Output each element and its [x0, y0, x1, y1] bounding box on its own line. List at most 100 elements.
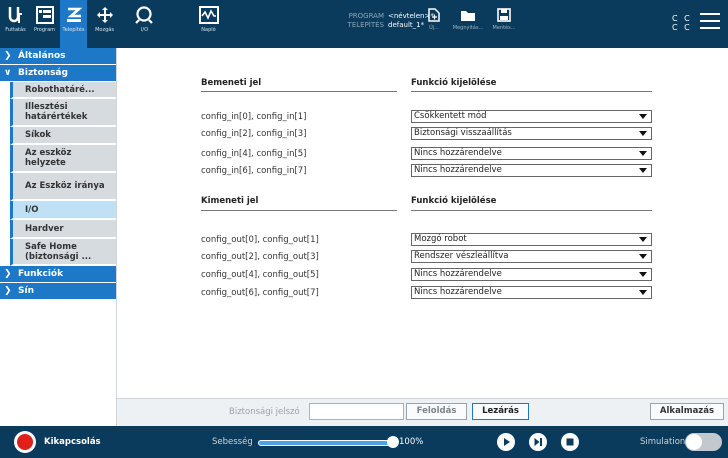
- select-value: Mozgó robot: [414, 234, 467, 244]
- dropdown-arrow-icon: [639, 168, 647, 173]
- input-function-select[interactable]: Nincs hozzárendelve: [411, 164, 652, 177]
- dropdown-arrow-icon: [639, 151, 647, 156]
- sidebar-item-hardware[interactable]: Hardver: [10, 220, 116, 239]
- io-icon: [134, 6, 153, 24]
- input-row-label: config_in[0], config_in[1]: [201, 112, 307, 122]
- stop-icon: [566, 438, 574, 446]
- sidebar-sub-label: Síkok: [25, 130, 51, 140]
- sidebar-sub-label: Illesztési határértékek: [25, 102, 88, 122]
- sidebar: ❯ Általános ∨ Biztonság Robothatáré... Ill…: [0, 48, 117, 426]
- lock-button[interactable]: Lezárás: [472, 403, 529, 420]
- dropdown-arrow-icon: [639, 272, 647, 277]
- output-row-label: config_out[0], config_out[1]: [201, 235, 319, 245]
- output-function-select[interactable]: Nincs hozzárendelve: [411, 286, 652, 299]
- chevron-down-icon: ∨: [4, 68, 12, 78]
- output-function-select[interactable]: Rendszer vészleállítva: [411, 250, 652, 263]
- input-function-select[interactable]: Nincs hozzárendelve: [411, 147, 652, 160]
- nav-move-label: Mozgás: [95, 27, 114, 33]
- sidebar-sub-label: Az Eszköz iránya: [25, 181, 105, 191]
- sidebar-item-safe-home[interactable]: Safe Home (biztonsági ...: [10, 239, 116, 266]
- apply-button[interactable]: Alkalmazás: [650, 403, 724, 420]
- input-row-label: config_in[2], config_in[3]: [201, 129, 307, 139]
- unlock-button[interactable]: Feloldás: [406, 403, 467, 420]
- select-value: Nincs hozzárendelve: [414, 269, 502, 279]
- nav-io-button[interactable]: I/O: [131, 0, 158, 48]
- select-value: Rendszer vészleállítva: [414, 251, 509, 261]
- save-file-label: Mentés...: [492, 25, 516, 31]
- select-value: Nincs hozzárendelve: [414, 165, 502, 175]
- program-icon: [35, 6, 54, 24]
- simulation-toggle[interactable]: [685, 433, 722, 451]
- sidebar-sub-label: Hardver: [25, 223, 64, 234]
- sidebar-item-joint-limits[interactable]: Illesztési határértékek: [10, 99, 116, 127]
- input-function-select[interactable]: Biztonsági visszaállítás: [411, 127, 652, 140]
- dropdown-arrow-icon: [639, 254, 647, 259]
- output-row-label: config_out[2], config_out[3]: [201, 252, 319, 262]
- status-cc-1: C C: [672, 14, 692, 23]
- power-button[interactable]: [14, 431, 36, 453]
- step-button[interactable]: [529, 433, 547, 451]
- select-value: Nincs hozzárendelve: [414, 148, 502, 158]
- dropdown-arrow-icon: [639, 114, 647, 119]
- speed-slider-handle[interactable]: [387, 436, 399, 448]
- sidebar-item-io[interactable]: I/O: [10, 201, 116, 220]
- dropdown-arrow-icon: [639, 131, 647, 136]
- sidebar-sub-label: Robothatáré...: [25, 84, 95, 95]
- sidebar-item-tool-position[interactable]: Az eszköz helyzete: [10, 145, 116, 173]
- output-signal-divider: [201, 210, 397, 211]
- output-function-select[interactable]: Nincs hozzárendelve: [411, 268, 652, 281]
- sidebar-item-tool-direction[interactable]: Az Eszköz iránya: [10, 173, 116, 201]
- sidebar-item-safety[interactable]: ∨ Biztonság: [0, 65, 116, 82]
- sidebar-item-general[interactable]: ❯ Általános: [0, 48, 116, 65]
- nav-run-label: Futtatás: [5, 27, 26, 33]
- install-icon: [66, 7, 82, 22]
- sidebar-item-functions[interactable]: ❯ Funkciók: [0, 266, 116, 283]
- nav-move-button[interactable]: Mozgás: [91, 0, 118, 48]
- open-file-label: Megnyitás...: [452, 25, 484, 31]
- play-icon: [504, 438, 510, 446]
- ur-logo-icon: [8, 7, 22, 23]
- sidebar-rail-label: Sín: [18, 286, 34, 296]
- sidebar-sub-label: Safe Home (biztonsági ...: [25, 241, 92, 262]
- sidebar-item-rail[interactable]: ❯ Sín: [0, 283, 116, 300]
- footer-bar: Kikapcsolás Sebesség 100% Simulation: [0, 426, 728, 458]
- output-signal-header: Kimeneti jel: [201, 196, 259, 206]
- nav-log-button[interactable]: Napló: [195, 0, 222, 48]
- hamburger-menu-icon[interactable]: [700, 13, 720, 33]
- folder-icon: [461, 11, 475, 21]
- sidebar-item-planes[interactable]: Síkok: [10, 127, 116, 145]
- main-panel: Bemeneti jel Funkció kijelölése config_i…: [118, 48, 728, 398]
- log-icon: [198, 6, 219, 24]
- output-function-header: Funkció kijelölése: [411, 196, 497, 206]
- input-function-header: Funkció kijelölése: [411, 78, 497, 88]
- output-function-select[interactable]: Mozgó robot: [411, 233, 652, 246]
- output-function-divider: [411, 210, 652, 211]
- save-file-button[interactable]: Mentés...: [489, 8, 519, 31]
- nav-install-button[interactable]: Telepítés: [60, 0, 87, 48]
- action-bar: Biztonsági jelszó Feloldás Lezárás Alkal…: [117, 398, 728, 426]
- status-indicators: C C C C: [672, 14, 692, 32]
- new-file-button[interactable]: Új...: [419, 8, 449, 31]
- simulation-label: Simulation: [640, 437, 686, 447]
- power-label: Kikapcsolás: [44, 437, 101, 447]
- password-input[interactable]: [309, 403, 404, 420]
- new-file-icon: [428, 8, 440, 22]
- select-value: Nincs hozzárendelve: [414, 287, 502, 297]
- speed-percent: 100%: [399, 437, 424, 447]
- password-label: Biztonsági jelszó: [229, 407, 300, 417]
- top-bar: Futtatás Program Telepítés Mozgás I/O Na…: [0, 0, 728, 48]
- speed-label: Sebesség: [212, 437, 253, 447]
- input-function-select[interactable]: Csökkentett mód: [411, 110, 652, 123]
- save-icon: [497, 8, 511, 22]
- speed-slider[interactable]: [258, 440, 392, 446]
- nav-run-button[interactable]: Futtatás: [2, 0, 29, 48]
- stop-button[interactable]: [561, 433, 579, 451]
- nav-program-button[interactable]: Program: [31, 0, 58, 48]
- input-row-label: config_in[4], config_in[5]: [201, 149, 307, 159]
- power-icon: [17, 434, 33, 450]
- play-button[interactable]: [497, 433, 515, 451]
- open-file-button[interactable]: Megnyitás...: [453, 8, 483, 31]
- sidebar-item-robot-limits[interactable]: Robothatáré...: [10, 82, 116, 99]
- sidebar-sub-label: I/O: [25, 204, 39, 215]
- program-key: PROGRAM: [348, 12, 384, 20]
